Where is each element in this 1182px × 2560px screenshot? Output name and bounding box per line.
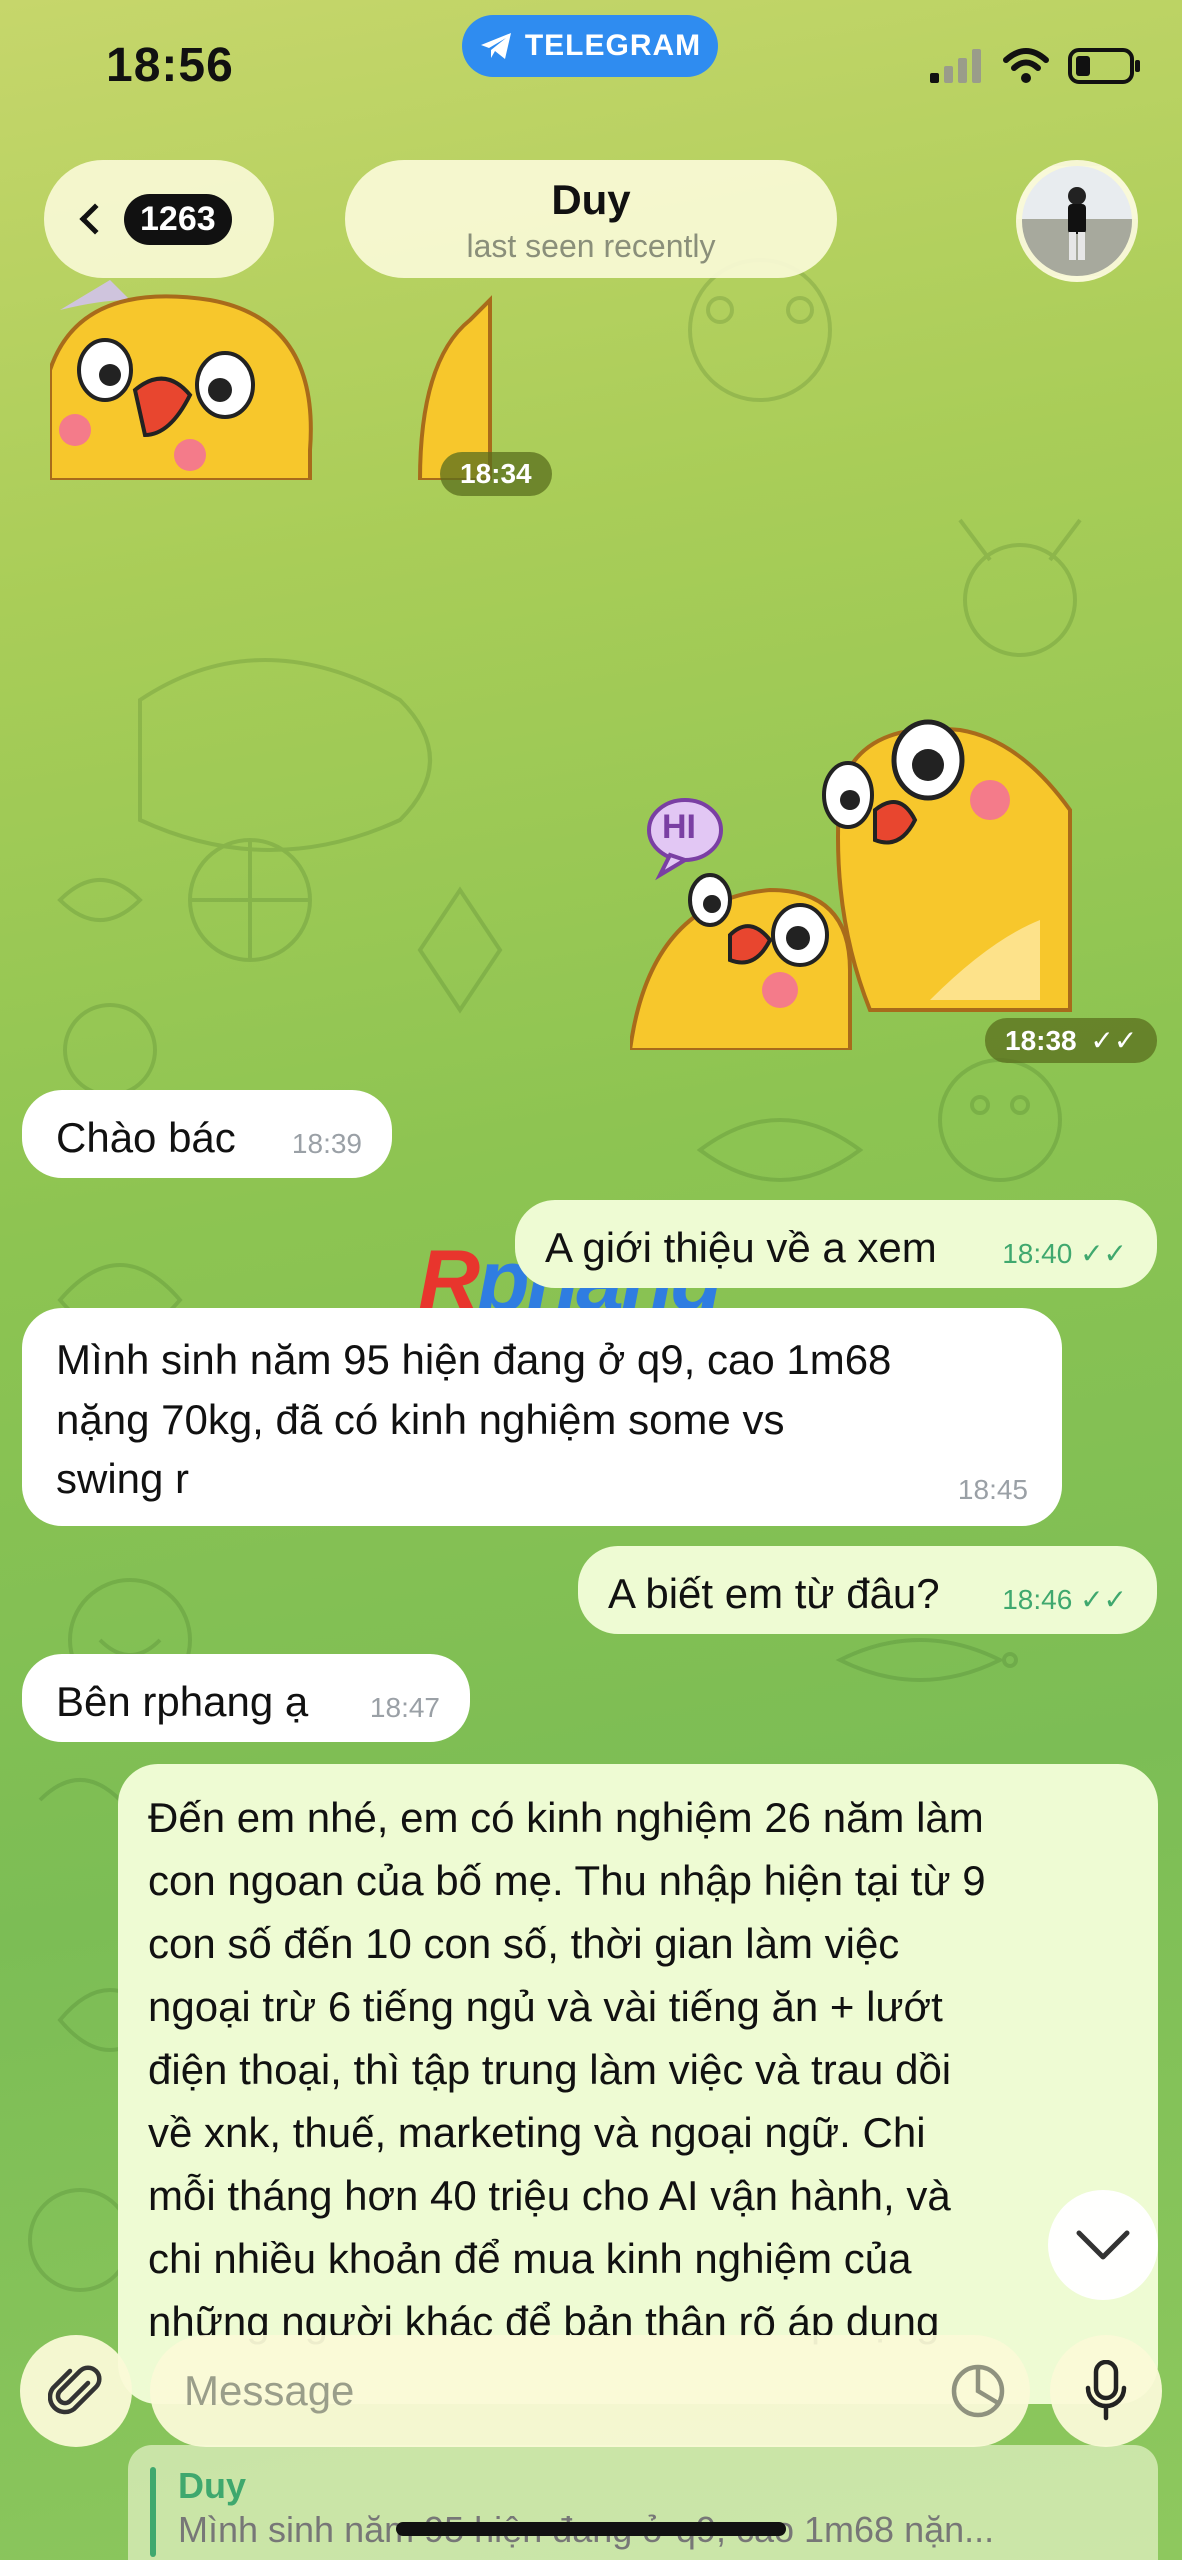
sticker-hi-text: HI [662, 808, 696, 846]
message-outgoing-long[interactable]: Đến em nhé, em có kinh nghiệm 26 năm làm… [118, 1764, 1158, 2404]
telegram-pill[interactable]: TELEGRAM [462, 15, 718, 77]
double-check-icon: ✓✓ [1080, 1238, 1127, 1270]
message-time: 18:46 ✓✓ [1002, 1584, 1127, 1616]
message-line: mỗi tháng hơn 40 triệu cho AI vận hành, … [148, 2172, 951, 2219]
chevron-down-icon [1076, 2230, 1130, 2260]
message-line: về xnk, thuế, marketing và ngoại ngữ. Ch… [148, 2109, 926, 2156]
message-time: 18:39 [291, 1128, 362, 1160]
message-time: 18:45 [957, 1474, 1028, 1506]
reply-accent-bar [150, 2467, 156, 2557]
sticker-time: 18:34 [440, 452, 552, 496]
message-input[interactable]: Message [150, 2335, 1030, 2447]
telegram-icon [480, 33, 511, 59]
message-outgoing[interactable]: A giới thiệu về a xem 18:40 ✓✓ [515, 1200, 1157, 1288]
sticker-time-out: 18:38 ✓✓ [985, 1018, 1158, 1063]
message-text: Bên rphang ạ [56, 1678, 309, 1725]
battery-icon [1068, 48, 1140, 84]
back-button[interactable]: 1263 [44, 160, 274, 278]
status-time: 18:56 [106, 39, 234, 92]
home-indicator [396, 2522, 786, 2536]
signal-icon [930, 49, 981, 83]
message-line: nặng 70kg, đã có kinh nghiệm some vs [56, 1395, 785, 1443]
sticker-icon[interactable] [950, 2363, 1006, 2419]
sticker-ducks-hi-outgoing[interactable] [627, 690, 1130, 1052]
double-check-icon: ✓✓ [1080, 1584, 1127, 1616]
chat-title[interactable]: Duy last seen recently [345, 160, 837, 278]
chevron-left-icon [79, 203, 111, 235]
message-incoming[interactable]: Mình sinh năm 95 hiện đang ở q9, cao 1m6… [22, 1308, 1062, 1526]
contact-name: Duy [551, 176, 631, 223]
message-line: ngoại trừ 6 tiếng ngủ và vài tiếng ăn + … [148, 1983, 943, 2030]
message-line: swing r [56, 1455, 190, 1503]
ducks-hi-sticker-image [627, 719, 1072, 1052]
sticker-duck-incoming[interactable] [48, 280, 570, 482]
microphone-button[interactable] [1050, 2335, 1162, 2447]
message-text: A biết em từ đâu? [608, 1570, 940, 1617]
sticker-time-out-value: 18:38 [1005, 1025, 1077, 1056]
message-line: điện thoại, thì tập trung làm việc và tr… [148, 2046, 952, 2093]
attach-button[interactable] [20, 2335, 132, 2447]
telegram-pill-label: TELEGRAM [524, 29, 702, 62]
message-outgoing[interactable]: A biết em từ đâu? 18:46 ✓✓ [578, 1546, 1157, 1634]
avatar[interactable] [1016, 160, 1138, 282]
person-photo [1068, 187, 1086, 260]
status-icons [930, 48, 1142, 84]
reply-preview[interactable]: Duy Mình sinh năm 95 hiện đang ở q9, cao… [128, 2445, 1158, 2560]
message-incoming[interactable]: Chào bác 18:39 [22, 1090, 392, 1178]
microphone-icon [1085, 2360, 1127, 2421]
message-line: chi nhiều khoản để mua kinh nghiệm của [148, 2235, 912, 2282]
unread-count-badge: 1263 [124, 193, 232, 245]
message-text: A giới thiệu về a xem [545, 1224, 937, 1271]
message-time: 18:47 [369, 1692, 440, 1724]
message-text: Chào bác [56, 1114, 236, 1161]
paperclip-icon [48, 2365, 102, 2415]
duck-sticker-image [48, 280, 492, 482]
message-line: Đến em nhé, em có kinh nghiệm 26 năm làm [148, 1794, 984, 1841]
message-line: con ngoan của bố mẹ. Thu nhập hiện tại t… [148, 1857, 986, 1904]
wifi-icon [1003, 48, 1049, 83]
reply-author: Duy [178, 2465, 247, 2506]
double-check-icon: ✓✓ [1090, 1025, 1138, 1056]
contact-status: last seen recently [466, 228, 716, 264]
message-time: 18:40 ✓✓ [1002, 1238, 1127, 1270]
message-line: con số đến 10 con số, thời gian làm việc [148, 1920, 900, 1967]
scroll-to-bottom-button[interactable] [1048, 2190, 1158, 2300]
message-line: Mình sinh năm 95 hiện đang ở q9, cao 1m6… [56, 1336, 892, 1383]
message-incoming[interactable]: Bên rphang ạ 18:47 [22, 1654, 470, 1742]
message-placeholder: Message [184, 2367, 355, 2414]
